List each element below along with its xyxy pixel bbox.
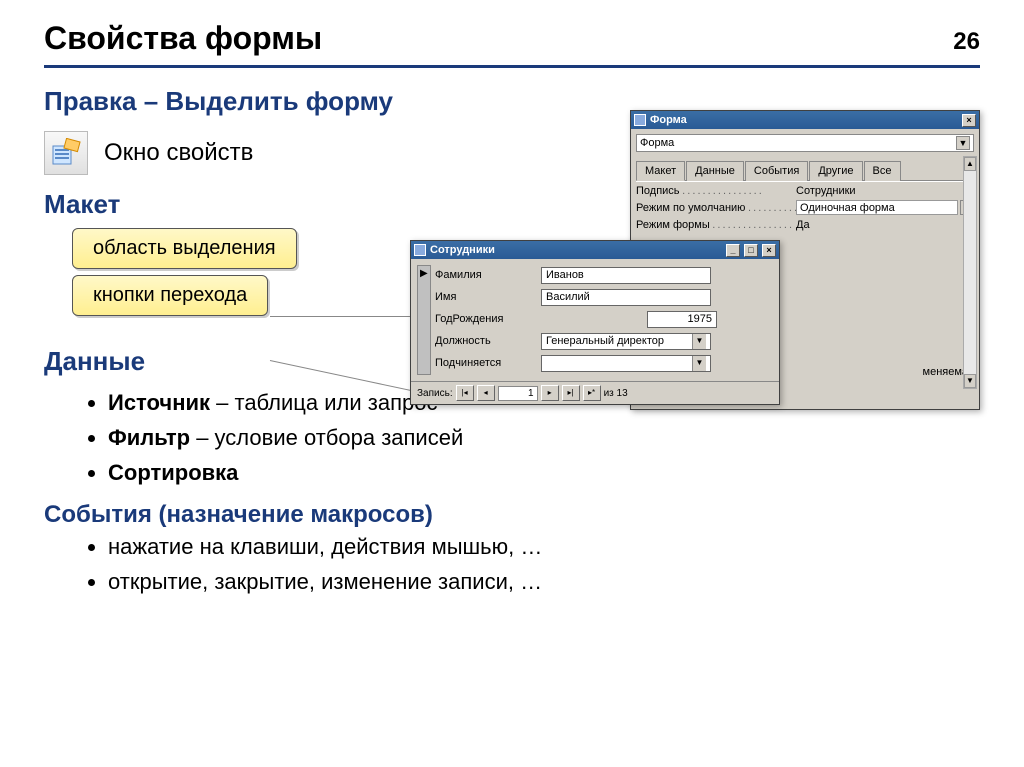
tab-other[interactable]: Другие xyxy=(809,161,862,181)
form-field-row: Должность Генеральный директор ▼ xyxy=(435,331,773,351)
field-input[interactable]: Иванов xyxy=(541,267,711,284)
tab-all[interactable]: Все xyxy=(864,161,901,181)
employee-form-window[interactable]: Сотрудники _ □ × ▶ Фамилия Иванов Имя Ва… xyxy=(410,240,780,405)
field-combo[interactable]: ▼ xyxy=(541,355,711,372)
nav-prev-button[interactable]: ◂ xyxy=(477,385,495,401)
object-selector-value: Форма xyxy=(640,137,674,149)
property-value: Да xyxy=(796,219,810,231)
callout-nav-buttons: кнопки перехода xyxy=(72,275,268,316)
property-value: Одиночная форма xyxy=(796,200,958,215)
property-label: Режим по умолчанию xyxy=(636,202,796,214)
property-row[interactable]: Подпись Сотрудники xyxy=(636,182,974,199)
field-label: ГодРождения xyxy=(435,313,535,325)
minimize-button[interactable]: _ xyxy=(726,244,740,257)
window-icon xyxy=(414,244,426,256)
nav-current-record[interactable]: 1 xyxy=(498,386,538,401)
dropdown-icon[interactable]: ▼ xyxy=(692,356,706,371)
property-label: Подпись xyxy=(636,185,796,197)
close-button[interactable]: × xyxy=(762,244,776,257)
field-label: Фамилия xyxy=(435,269,535,281)
scroll-up-button[interactable]: ▲ xyxy=(964,157,976,171)
scroll-down-button[interactable]: ▼ xyxy=(964,374,976,388)
employee-window-title: Сотрудники xyxy=(430,244,495,256)
field-label: Имя xyxy=(435,291,535,303)
title-divider xyxy=(44,65,980,68)
window-icon xyxy=(634,114,646,126)
nav-first-button[interactable]: |◂ xyxy=(456,385,474,401)
dropdown-arrow-icon[interactable]: ▼ xyxy=(956,136,970,150)
form-field-row: Подчиняется ▼ xyxy=(435,353,773,373)
property-label: Режим формы xyxy=(636,219,796,231)
field-input[interactable]: Василий xyxy=(541,289,711,306)
field-label: Подчиняется xyxy=(435,357,535,369)
record-selector[interactable]: ▶ xyxy=(417,265,431,375)
nav-next-button[interactable]: ▸ xyxy=(541,385,559,401)
record-navigation-bar: Запись: |◂ ◂ 1 ▸ ▸| ▸* из 13 xyxy=(411,381,779,404)
tab-data[interactable]: Данные xyxy=(686,161,744,181)
maximize-button[interactable]: □ xyxy=(744,244,758,257)
field-value: Генеральный директор xyxy=(546,335,664,347)
property-row[interactable]: Режим по умолчанию Одиночная форма▼ xyxy=(636,199,974,216)
nav-last-button[interactable]: ▸| xyxy=(562,385,580,401)
form-field-row: Фамилия Иванов xyxy=(435,265,773,285)
nav-label: Запись: xyxy=(417,388,453,399)
field-combo[interactable]: Генеральный директор ▼ xyxy=(541,333,711,350)
nav-new-button[interactable]: ▸* xyxy=(583,385,601,401)
slide-title: Свойства формы xyxy=(44,20,322,57)
object-selector[interactable]: Форма ▼ xyxy=(636,134,974,152)
property-value: Сотрудники xyxy=(796,185,856,197)
close-button[interactable]: × xyxy=(962,114,976,127)
properties-window-title: Форма xyxy=(650,114,687,126)
form-field-row: Имя Василий xyxy=(435,287,773,307)
dropdown-icon[interactable]: ▼ xyxy=(692,334,706,349)
tab-maket[interactable]: Макет xyxy=(636,161,685,181)
field-label: Должность xyxy=(435,335,535,347)
form-field-row: ГодРождения 1975 xyxy=(435,309,773,329)
page-number: 26 xyxy=(953,28,980,56)
data-bullet-3: Сортировка xyxy=(108,455,980,490)
properties-icon-label: Окно свойств xyxy=(104,139,253,167)
nav-of-label: из 13 xyxy=(604,388,628,399)
tab-events[interactable]: События xyxy=(745,161,808,181)
properties-icon[interactable] xyxy=(44,131,88,175)
event-bullet-1: нажатие на клавиши, действия мышью, … xyxy=(108,529,980,564)
vertical-scrollbar[interactable]: ▲ ▼ xyxy=(963,156,977,389)
section-events: События (назначение макросов) xyxy=(44,501,980,529)
callout-selection-area: область выделения xyxy=(72,228,297,269)
event-bullet-2: открытие, закрытие, изменение записи, … xyxy=(108,564,980,599)
property-row[interactable]: Режим формы Да xyxy=(636,216,974,233)
field-input[interactable]: 1975 xyxy=(647,311,717,328)
record-marker-icon: ▶ xyxy=(418,266,430,281)
